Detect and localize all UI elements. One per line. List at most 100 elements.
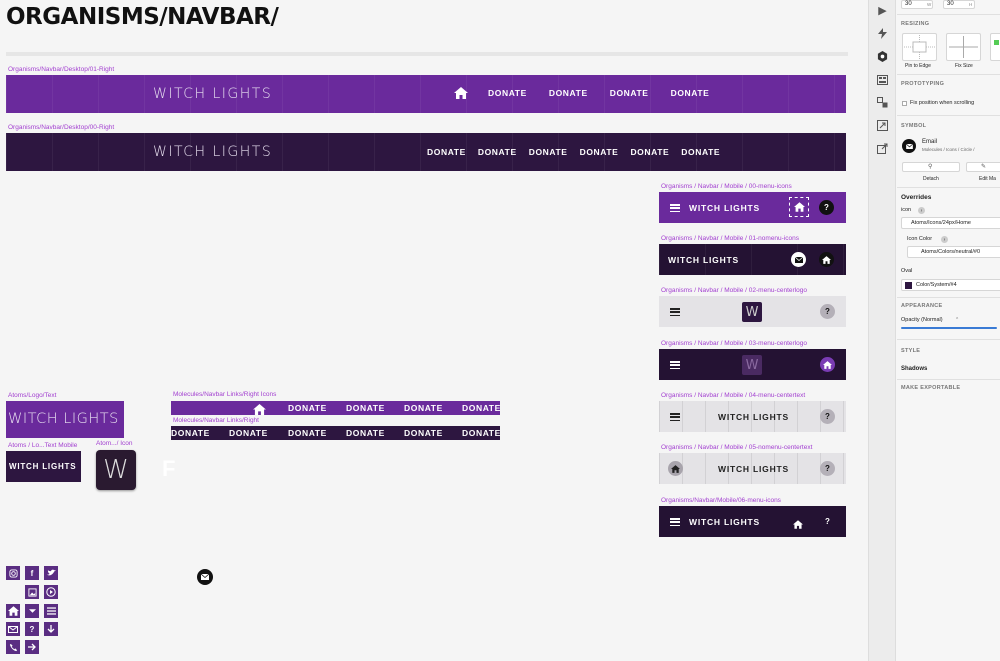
navbar-desktop-01-right[interactable]: WITCH LIGHTS DONATE DONATE DONATE DONATE bbox=[6, 75, 846, 113]
navbar-mobile-02-menu-centerlogo[interactable]: W ? bbox=[659, 296, 846, 327]
nav-link-donate[interactable]: DONATE bbox=[288, 428, 327, 438]
menu-icon[interactable] bbox=[670, 413, 680, 421]
nav-link-donate[interactable]: DONATE bbox=[404, 403, 443, 413]
artboard-label-logo-text-mobile[interactable]: Atoms / Lo...Text Mobile bbox=[8, 442, 77, 449]
help-icon[interactable]: ? bbox=[25, 622, 39, 636]
brand-title[interactable]: WITCH LIGHTS bbox=[689, 517, 760, 527]
artboard-label-mobile-01[interactable]: Organisms / Navbar / Mobile / 01-nomenu-… bbox=[661, 235, 799, 242]
navbar-mobile-05-nomenu-centertext[interactable]: WITCH LIGHTS ? bbox=[659, 453, 846, 484]
artboard-label-logo-text[interactable]: Atoms/Logo/Text bbox=[8, 392, 56, 399]
detach-button[interactable]: ⚲ bbox=[902, 162, 960, 172]
nav-link-donate[interactable]: DONATE bbox=[404, 428, 443, 438]
nav-link-donate[interactable]: DONATE bbox=[346, 403, 385, 413]
resize-icon[interactable] bbox=[876, 119, 889, 132]
navbar-mobile-00-menu-icons[interactable]: WITCH LIGHTS ? bbox=[659, 192, 846, 223]
nav-link-donate[interactable]: DONATE bbox=[630, 147, 669, 157]
nav-link-donate[interactable]: DONATE bbox=[462, 428, 500, 438]
height-field[interactable]: 30 H bbox=[943, 0, 975, 9]
twitter-icon[interactable] bbox=[44, 566, 58, 580]
lightning-icon[interactable] bbox=[876, 27, 889, 40]
nav-link-donate[interactable]: DONATE bbox=[488, 88, 527, 98]
help-icon[interactable]: ? bbox=[819, 200, 834, 215]
menu-icon[interactable] bbox=[44, 604, 58, 618]
brand-logo-text[interactable]: WITCH LIGHTS bbox=[8, 411, 119, 427]
nav-link-donate[interactable]: DONATE bbox=[462, 403, 500, 413]
artboard-label-desktop-00[interactable]: Organisms/Navbar/Desktop/00-Right bbox=[8, 124, 114, 131]
nav-link-donate[interactable]: DONATE bbox=[288, 403, 327, 413]
artboard-label-desktop-01[interactable]: Organisms/Navbar/Desktop/01-Right bbox=[8, 66, 114, 73]
arrow-right-icon[interactable]: › bbox=[918, 207, 925, 214]
navbar-mobile-01-nomenu-icons[interactable]: WITCH LIGHTS bbox=[659, 244, 846, 275]
play-icon[interactable]: ▶ bbox=[876, 4, 889, 17]
logo-icon[interactable]: W bbox=[742, 302, 762, 322]
arrow-right-icon[interactable]: › bbox=[941, 236, 948, 243]
nav-link-donate[interactable]: DONATE bbox=[681, 147, 720, 157]
artboard-label-right-icons[interactable]: Molecules/Navbar Links/Right Icons bbox=[173, 391, 276, 398]
brand-title[interactable]: WITCH LIGHTS bbox=[718, 464, 789, 474]
arrow-right-icon[interactable] bbox=[25, 640, 39, 654]
atom-logo-text-mobile[interactable]: WITCH LIGHTS bbox=[6, 451, 81, 482]
layout-icon[interactable] bbox=[876, 73, 889, 86]
atom-logo-text[interactable]: WITCH LIGHTS bbox=[6, 401, 124, 438]
brand-title[interactable]: WITCH LIGHTS bbox=[718, 412, 789, 422]
export-icon[interactable] bbox=[876, 142, 889, 155]
navbar-mobile-03-menu-centerlogo[interactable]: W bbox=[659, 349, 846, 380]
icon-override-field[interactable]: Atoms/Icons/24px/Home bbox=[901, 217, 1000, 229]
home-icon[interactable] bbox=[668, 461, 683, 476]
artboard-label-mobile-00[interactable]: Organisms / Navbar / Mobile / 00-menu-ic… bbox=[661, 183, 792, 190]
logo-icon[interactable]: W bbox=[742, 355, 762, 375]
navbar-desktop-00-right[interactable]: WITCH LIGHTS DONATE DONATE DONATE DONATE… bbox=[6, 133, 846, 171]
facebook-icon[interactable]: f bbox=[25, 566, 39, 580]
chevron-updown-icon[interactable]: ⌃ bbox=[955, 317, 959, 323]
fix-size-control[interactable] bbox=[946, 33, 981, 61]
nav-link-donate[interactable]: DONATE bbox=[478, 147, 517, 157]
fix-size-control-partial[interactable] bbox=[990, 33, 1000, 61]
mail-icon[interactable] bbox=[6, 622, 20, 636]
artboard-label-mobile-05[interactable]: Organisms / Navbar / Mobile / 05-nomenu-… bbox=[661, 444, 812, 451]
instagram-icon[interactable] bbox=[6, 566, 20, 580]
phone-icon[interactable] bbox=[6, 640, 20, 654]
help-icon[interactable]: ? bbox=[820, 304, 835, 319]
brand-logo-text[interactable]: WITCH LIGHTS bbox=[153, 144, 272, 160]
home-icon[interactable] bbox=[820, 357, 835, 372]
home-icon[interactable] bbox=[793, 516, 803, 534]
pin-to-edge-control[interactable] bbox=[902, 33, 937, 61]
help-icon[interactable]: ? bbox=[820, 461, 835, 476]
export-title[interactable]: MAKE EXPORTABLE bbox=[901, 385, 960, 391]
mail-icon[interactable] bbox=[791, 252, 806, 267]
nav-link-donate[interactable]: DONATE bbox=[610, 88, 649, 98]
artboard-label-mobile-03[interactable]: Organisms / Navbar / Mobile / 03-menu-ce… bbox=[661, 340, 807, 347]
image-icon[interactable] bbox=[25, 585, 39, 599]
width-field[interactable]: 30 W bbox=[901, 0, 933, 9]
email-circle-icon[interactable] bbox=[197, 569, 213, 585]
artboard-label-mobile-04[interactable]: Organisms / Navbar / Mobile / 04-menu-ce… bbox=[661, 392, 805, 399]
download-icon[interactable] bbox=[44, 622, 58, 636]
menu-icon[interactable] bbox=[670, 518, 680, 526]
menu-icon[interactable] bbox=[670, 361, 680, 369]
nav-link-donate[interactable]: DONATE bbox=[171, 428, 210, 438]
molecule-navbar-links-right-icons[interactable]: DONATE DONATE DONATE DONATE bbox=[171, 401, 500, 415]
caret-down-icon[interactable] bbox=[25, 604, 39, 618]
nav-link-donate[interactable]: DONATE bbox=[529, 147, 568, 157]
brand-logo-text[interactable]: WITCH LIGHTS bbox=[153, 86, 272, 102]
artboard-label-mobile-02[interactable]: Organisms / Navbar / Mobile / 02-menu-ce… bbox=[661, 287, 807, 294]
home-icon[interactable] bbox=[789, 197, 809, 217]
nav-link-donate[interactable]: DONATE bbox=[427, 147, 466, 157]
nav-link-donate[interactable]: DONATE bbox=[549, 88, 588, 98]
nav-link-donate[interactable]: DONATE bbox=[671, 88, 710, 98]
home-icon[interactable] bbox=[454, 87, 468, 99]
nav-link-donate[interactable]: DONATE bbox=[346, 428, 385, 438]
menu-icon[interactable] bbox=[670, 204, 680, 212]
brand-title[interactable]: WITCH LIGHTS bbox=[9, 462, 76, 471]
navbar-mobile-04-menu-centertext[interactable]: WITCH LIGHTS ? bbox=[659, 401, 846, 432]
artboard-label-right[interactable]: Molecules/Navbar Links/Right bbox=[173, 417, 259, 424]
help-icon[interactable]: ? bbox=[820, 514, 835, 529]
nav-link-donate[interactable]: DONATE bbox=[229, 428, 268, 438]
artboard-label-mobile-06[interactable]: Organisms/Navbar/Mobile/06-menu-icons bbox=[661, 497, 781, 504]
opacity-slider[interactable] bbox=[901, 327, 997, 329]
home-icon[interactable] bbox=[819, 252, 834, 267]
brand-title[interactable]: WITCH LIGHTS bbox=[668, 255, 739, 265]
fix-position-checkbox[interactable] bbox=[902, 101, 907, 106]
navbar-mobile-06-menu-icons[interactable]: WITCH LIGHTS ? bbox=[659, 506, 846, 537]
design-canvas[interactable]: ORGANISMS/NAVBAR/ Organisms/Navbar/Deskt… bbox=[0, 0, 868, 661]
